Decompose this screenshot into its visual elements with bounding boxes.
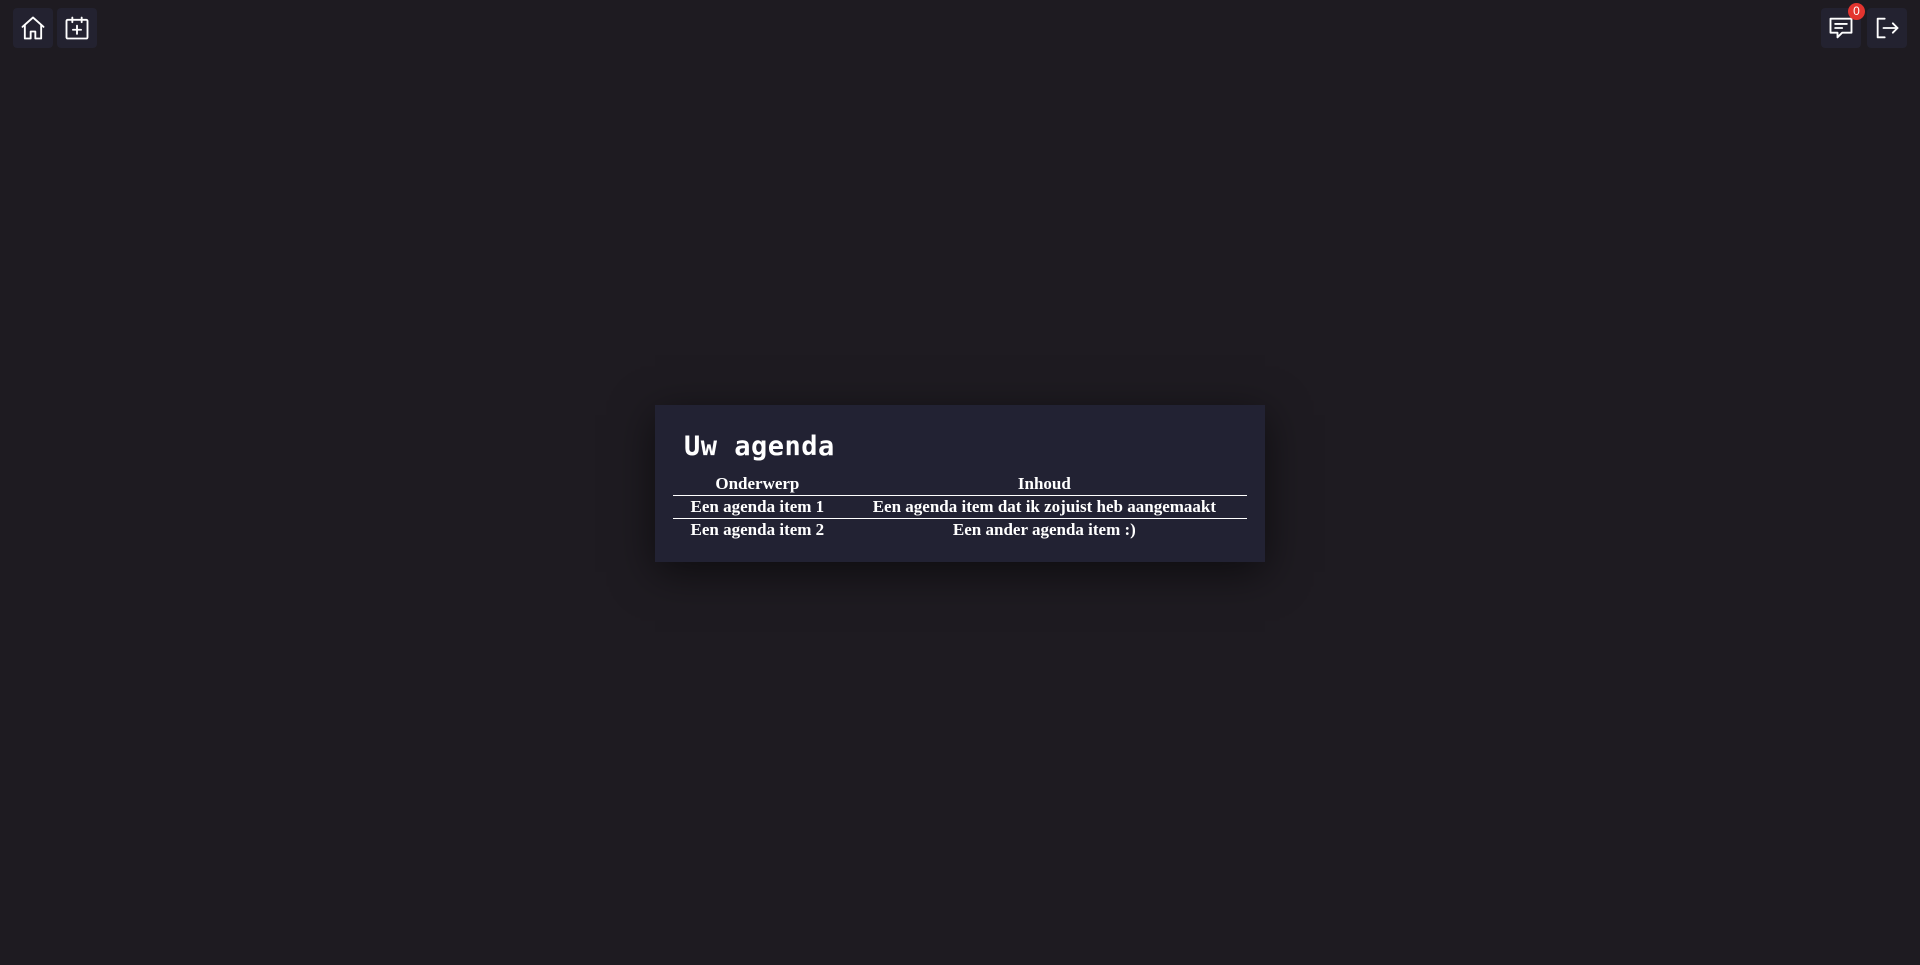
add-agenda-button[interactable] [57,8,97,48]
table-row[interactable]: Een agenda item 1 Een agenda item dat ik… [673,495,1247,519]
messages-button[interactable]: 0 [1821,3,1865,48]
table-row[interactable]: Een agenda item 2 Een ander agenda item … [673,519,1247,542]
logout-button[interactable] [1867,8,1907,48]
column-header-onderwerp: Onderwerp [673,473,842,496]
table-header-row: Onderwerp Inhoud [673,473,1247,496]
home-icon [21,16,45,40]
row-onderwerp: Een agenda item 2 [690,520,825,539]
agenda-table: Onderwerp Inhoud Een agenda item 1 Een a… [673,473,1247,541]
agenda-title: Uw agenda [684,431,835,462]
calendar-add-icon [65,16,89,40]
message-count-badge: 0 [1848,3,1865,20]
home-button[interactable] [13,8,53,48]
column-header-inhoud: Inhoud [841,473,1247,496]
row-inhoud: Een ander agenda item :) [952,520,1136,539]
logout-icon [1876,17,1899,39]
agenda-card: Uw agenda Onderwerp Inhoud Een agenda it… [655,405,1265,562]
topbar-left [13,8,97,48]
topbar-right: 0 [1821,3,1907,48]
row-inhoud: Een agenda item dat ik zojuist heb aange… [841,495,1247,519]
row-onderwerp: Een agenda item 1 [673,495,842,519]
